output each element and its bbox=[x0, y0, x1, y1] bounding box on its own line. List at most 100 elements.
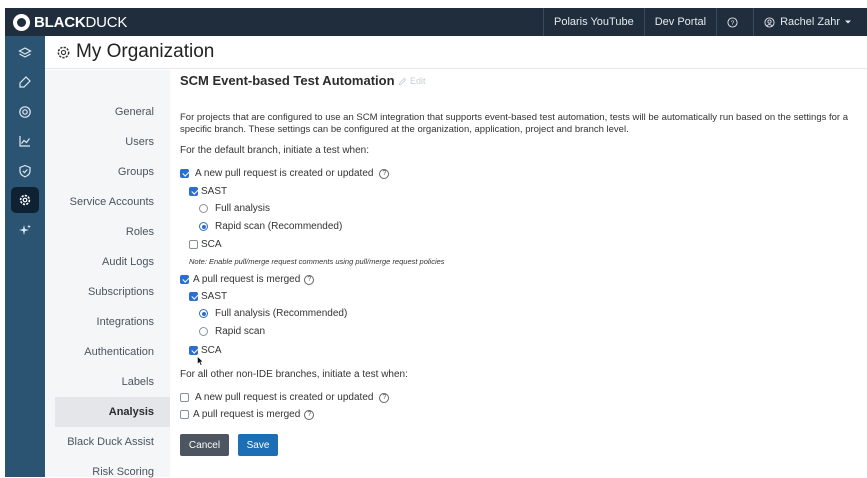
rail-item-target[interactable] bbox=[5, 97, 45, 127]
mouse-cursor-icon bbox=[197, 356, 204, 366]
sidenav-item-risk-scoring[interactable]: Risk Scoring bbox=[92, 466, 154, 478]
rail-item-shield[interactable] bbox=[5, 156, 45, 186]
other-pr-merged-checkbox[interactable] bbox=[180, 410, 189, 419]
other-pr-merged-option[interactable]: A pull request is merged ? bbox=[180, 409, 315, 420]
sidenav-item-general[interactable]: General bbox=[115, 106, 154, 118]
default-merged-sca-option[interactable]: SCA bbox=[189, 345, 222, 356]
default-created-sca-label: SCA bbox=[201, 239, 222, 250]
default-created-full-analysis-radio[interactable] bbox=[199, 204, 208, 213]
sidenav-item-black-duck-assist[interactable]: Black Duck Assist bbox=[67, 436, 154, 448]
polaris-youtube-link[interactable]: Polaris YouTube bbox=[543, 8, 644, 36]
sidenav-item-analysis[interactable]: Analysis bbox=[109, 406, 154, 418]
default-merged-rapid-option[interactable]: Rapid scan bbox=[199, 326, 265, 337]
default-pr-created-label: A new pull request is created or updated bbox=[195, 168, 374, 179]
default-merged-full-option[interactable]: Full analysis (Recommended) bbox=[199, 308, 347, 319]
help-icon[interactable]: ? bbox=[379, 392, 390, 403]
other-pr-created-option[interactable]: A new pull request is created or updated… bbox=[180, 392, 390, 403]
settings-icon bbox=[19, 195, 31, 206]
other-pr-created-checkbox[interactable] bbox=[180, 393, 189, 402]
edit-button[interactable]: Edit bbox=[398, 76, 426, 86]
default-created-full-analysis-option[interactable]: Full analysis bbox=[199, 203, 270, 214]
dev-portal-label: Dev Portal bbox=[654, 16, 707, 28]
target-icon bbox=[19, 105, 31, 118]
other-branches-heading: For all other non-IDE branches, initiate… bbox=[180, 369, 408, 380]
layers-icon bbox=[18, 47, 32, 58]
sparkle-icon bbox=[19, 224, 31, 235]
default-merged-sast-option[interactable]: SAST bbox=[189, 291, 227, 302]
section-description: For projects that are configured to use … bbox=[180, 112, 849, 135]
polaris-youtube-label: Polaris YouTube bbox=[554, 16, 634, 28]
other-pr-created-label: A new pull request is created or updated bbox=[195, 392, 374, 403]
rail-item-tag[interactable] bbox=[5, 68, 45, 98]
chevron-down-icon bbox=[845, 20, 851, 24]
help-icon[interactable]: ? bbox=[304, 274, 315, 285]
default-created-sast-checkbox[interactable] bbox=[189, 187, 198, 196]
rail-item-chart[interactable] bbox=[5, 127, 45, 157]
page-header: My Organization bbox=[45, 36, 867, 69]
analysis-settings-panel: SCM Event-based Test Automation Edit For… bbox=[170, 70, 867, 477]
default-merged-rapid-radio[interactable] bbox=[199, 327, 208, 336]
default-merged-sast-label: SAST bbox=[201, 291, 228, 302]
sidenav-item-labels[interactable]: Labels bbox=[122, 376, 154, 388]
default-created-sca-option[interactable]: SCA bbox=[189, 239, 222, 250]
sidenav-item-integrations[interactable]: Integrations bbox=[97, 316, 154, 328]
brand-logo[interactable]: BLACK DUCK bbox=[5, 8, 145, 36]
help-button[interactable]: ? bbox=[716, 8, 753, 36]
default-merged-full-label: Full analysis (Recommended) bbox=[215, 308, 348, 319]
dev-portal-link[interactable]: Dev Portal bbox=[643, 8, 716, 36]
help-icon[interactable]: ? bbox=[304, 409, 315, 420]
cancel-button[interactable]: Cancel bbox=[180, 434, 229, 456]
sidenav-item-authentication[interactable]: Authentication bbox=[84, 346, 154, 358]
pencil-icon bbox=[398, 77, 407, 85]
svg-text:?: ? bbox=[731, 19, 735, 26]
tag-icon bbox=[19, 76, 31, 88]
chart-icon bbox=[19, 136, 30, 147]
section-title: SCM Event-based Test Automation bbox=[180, 73, 395, 88]
sidenav-item-service-accounts[interactable]: Service Accounts bbox=[70, 196, 154, 208]
default-merged-sast-checkbox[interactable] bbox=[189, 292, 198, 301]
top-nav: Polaris YouTube Dev Portal ? Rachel Zahr bbox=[543, 8, 867, 36]
page-title: My Organization bbox=[76, 41, 215, 62]
default-merged-full-radio[interactable] bbox=[199, 309, 208, 318]
default-merged-sca-label: SCA bbox=[201, 345, 222, 356]
default-pr-merged-checkbox[interactable] bbox=[180, 275, 189, 284]
default-created-sast-label: SAST bbox=[201, 186, 228, 197]
default-pr-merged-label: A pull request is merged bbox=[193, 274, 301, 285]
save-button[interactable]: Save bbox=[238, 434, 278, 456]
default-pr-created-option[interactable]: A new pull request is created or updated… bbox=[180, 168, 390, 179]
help-icon[interactable]: ? bbox=[379, 168, 390, 179]
edit-label: Edit bbox=[410, 76, 426, 86]
left-rail bbox=[5, 36, 45, 477]
default-branch-heading: For the default branch, initiate a test … bbox=[180, 145, 369, 156]
top-bar: BLACK DUCK Polaris YouTube Dev Portal ? R… bbox=[5, 8, 867, 36]
default-created-rapid-option[interactable]: Rapid scan (Recommended) bbox=[199, 221, 342, 232]
user-menu[interactable]: Rachel Zahr bbox=[753, 8, 867, 36]
rail-item-layers[interactable] bbox=[5, 38, 45, 68]
settings-sidenav: General Users Groups Service Accounts Ro… bbox=[45, 70, 170, 478]
default-pr-merged-option[interactable]: A pull request is merged ? bbox=[180, 274, 315, 285]
default-created-rapid-radio[interactable] bbox=[199, 222, 208, 231]
default-created-sca-checkbox[interactable] bbox=[189, 240, 198, 249]
sidenav-item-audit-logs[interactable]: Audit Logs bbox=[102, 256, 154, 268]
user-name: Rachel Zahr bbox=[780, 16, 840, 28]
rail-item-assist[interactable] bbox=[5, 215, 45, 245]
brand-light: DUCK bbox=[85, 13, 128, 31]
other-pr-merged-label: A pull request is merged bbox=[193, 409, 301, 420]
user-icon bbox=[764, 16, 775, 28]
sidenav-item-subscriptions[interactable]: Subscriptions bbox=[88, 286, 154, 298]
logo-icon bbox=[13, 13, 30, 31]
brand-bold: BLACK bbox=[34, 13, 86, 31]
pr-comments-note: Note: Enable pull/merge request comments… bbox=[189, 257, 445, 266]
default-created-sast-option[interactable]: SAST bbox=[189, 186, 227, 197]
sidenav-item-roles[interactable]: Roles bbox=[126, 226, 154, 238]
rail-item-settings[interactable] bbox=[5, 186, 45, 216]
help-icon: ? bbox=[727, 16, 738, 28]
shield-icon bbox=[19, 164, 31, 178]
sidenav-item-users[interactable]: Users bbox=[125, 136, 154, 148]
gear-icon bbox=[57, 46, 70, 58]
sidenav-item-groups[interactable]: Groups bbox=[118, 166, 154, 178]
default-merged-sca-checkbox[interactable] bbox=[189, 346, 198, 355]
default-pr-created-checkbox[interactable] bbox=[180, 169, 189, 178]
default-merged-rapid-label: Rapid scan bbox=[215, 326, 266, 337]
default-created-rapid-label: Rapid scan (Recommended) bbox=[215, 221, 343, 232]
